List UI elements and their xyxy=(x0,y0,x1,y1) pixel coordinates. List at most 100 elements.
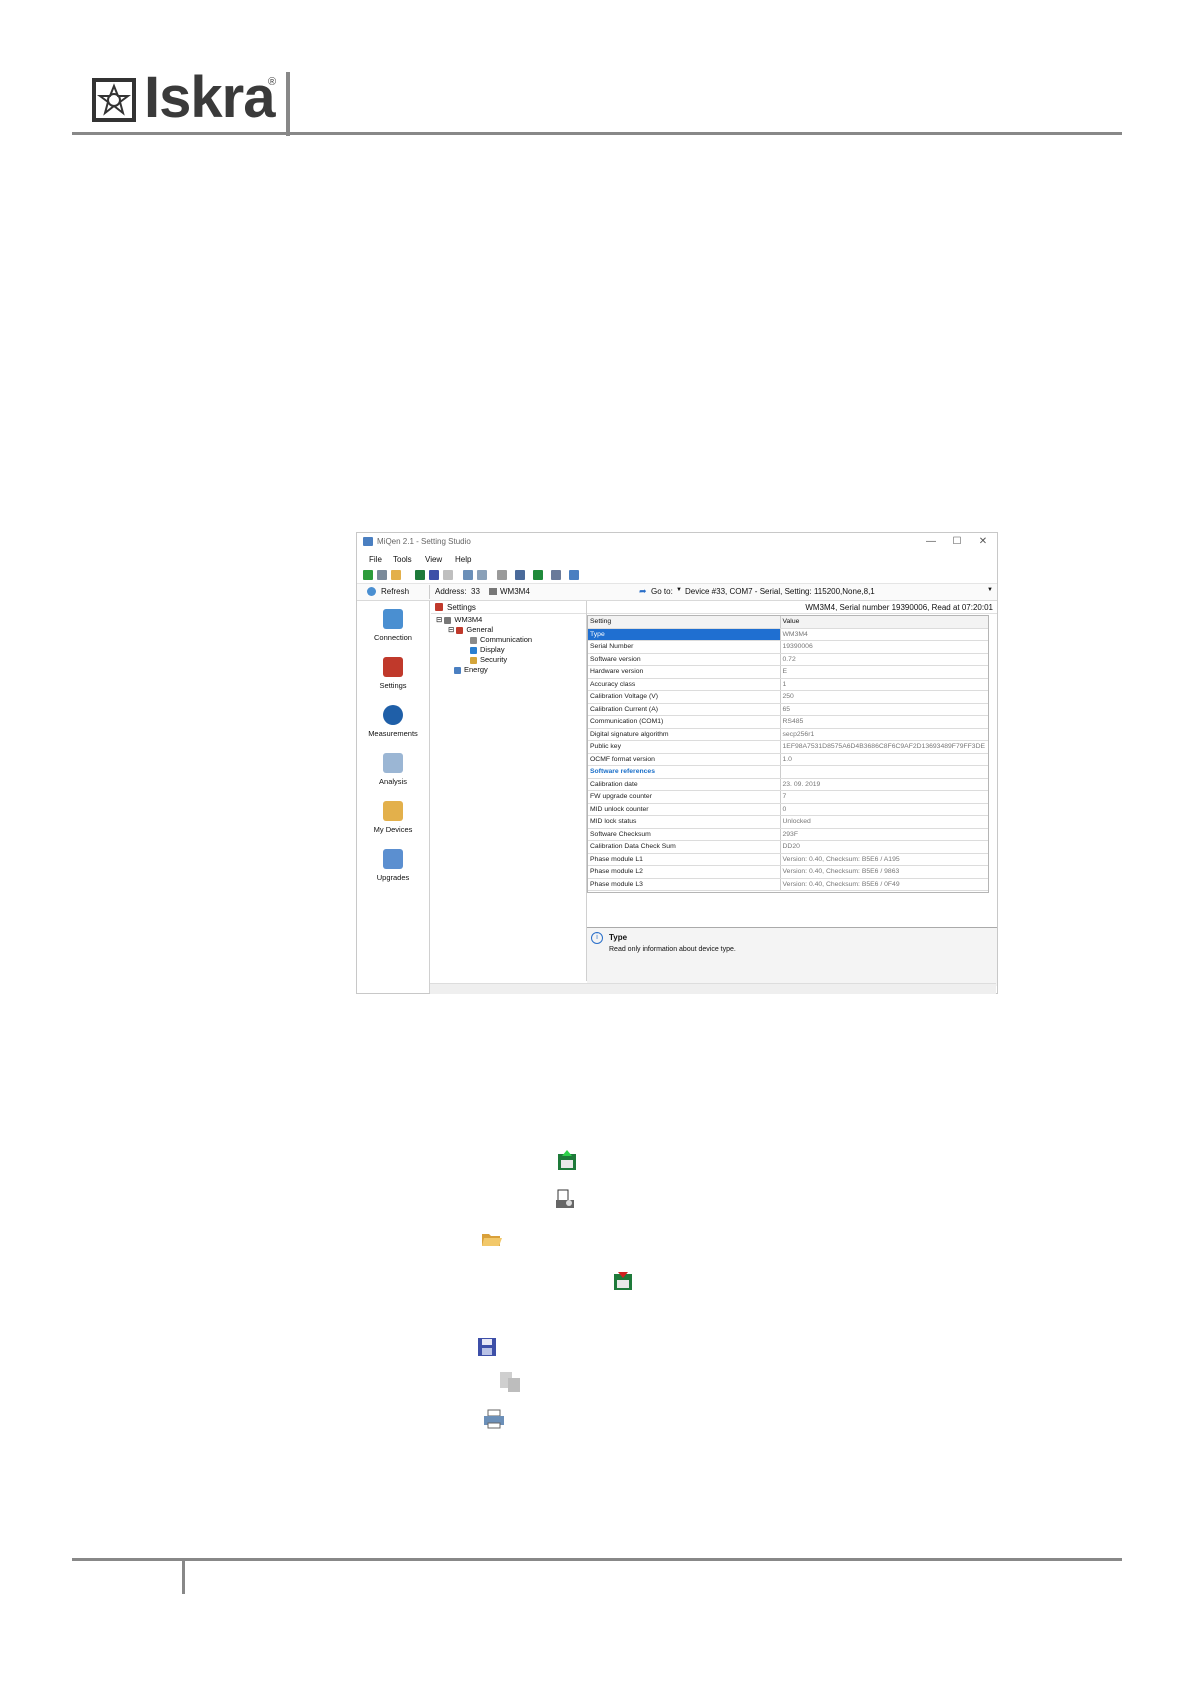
tree-item-label: General xyxy=(466,625,494,634)
table-row[interactable]: FW upgrade counter 7 xyxy=(588,790,988,804)
setting-name: MID lock status xyxy=(588,815,781,829)
tree-item-communication[interactable]: Communication xyxy=(470,635,532,644)
goto-arrow-icon: ➦ xyxy=(639,586,647,596)
setting-value: 65 xyxy=(780,703,988,716)
setting-value: WM3M4 xyxy=(780,628,988,641)
table-row[interactable]: Accuracy class 1 xyxy=(588,678,988,691)
collapse-icon[interactable]: ⊟ xyxy=(436,615,442,624)
iskra-logo-emblem xyxy=(92,78,136,122)
column-header[interactable]: Setting xyxy=(588,616,781,629)
print-preview-icon[interactable] xyxy=(377,570,387,580)
toolbar xyxy=(357,568,997,584)
tree-item-label: WM3M4 xyxy=(454,615,483,624)
table-row[interactable]: Phase module L2 Version: 0.40, Checksum: … xyxy=(588,865,988,879)
open-folder-icon[interactable] xyxy=(391,570,401,580)
print-icon[interactable] xyxy=(463,570,473,580)
tree-item-display[interactable]: Display xyxy=(470,645,505,654)
table-row[interactable]: Calibration Current (A) 65 xyxy=(588,703,988,716)
registered-mark: ® xyxy=(268,76,277,88)
menu-tools[interactable]: Tools xyxy=(393,555,412,564)
tree-item-label: Display xyxy=(480,645,505,654)
table-row[interactable]: Digital signature algorithm secp256r1 xyxy=(588,728,988,741)
close-button[interactable]: ✕ xyxy=(977,536,989,547)
collapse-icon[interactable]: ⊟ xyxy=(448,625,454,634)
write-settings-icon xyxy=(612,1270,634,1292)
connection-icon xyxy=(383,609,403,629)
table-row[interactable]: MID unlock counter 0 xyxy=(588,803,988,816)
table-row[interactable]: Type WM3M4 xyxy=(588,628,988,641)
refresh-button[interactable]: Refresh xyxy=(381,587,409,596)
find-icon[interactable] xyxy=(477,570,487,580)
tree-item-device[interactable]: ⊟ WM3M4 xyxy=(436,615,482,624)
setting-value: 1EF98A7531D8575A6D4B3686C8F6C9AF2D136934… xyxy=(780,740,988,754)
device-select[interactable]: Device #33, COM7 - Serial, Setting: 1152… xyxy=(685,587,981,596)
table-row[interactable]: Phase module L1 Version: 0.40, Checksum: … xyxy=(588,853,988,866)
tree-item-label: Communication xyxy=(480,635,533,644)
tree-item-general[interactable]: ⊟ General xyxy=(448,625,493,634)
table-row[interactable]: Communication (COM1) RS485 xyxy=(588,715,988,729)
column-header[interactable]: Value xyxy=(780,616,988,629)
setting-name: FW upgrade counter xyxy=(588,790,781,804)
table-row[interactable]: Serial Number 19390006 xyxy=(588,640,988,654)
maximize-button[interactable]: ☐ xyxy=(951,536,963,547)
table-row[interactable]: Software Checksum 293F xyxy=(588,828,988,841)
table-row[interactable]: OCMF format version 1.0 xyxy=(588,753,988,766)
sidebar-item-label: My Devices xyxy=(373,825,413,834)
globe-icon[interactable] xyxy=(569,570,579,580)
read-settings-icon[interactable] xyxy=(363,570,373,580)
setting-name: Calibration Voltage (V) xyxy=(588,690,781,704)
refresh-icon xyxy=(367,587,376,596)
report-icon[interactable] xyxy=(497,570,507,580)
menu-view[interactable]: View xyxy=(425,555,442,564)
table-row[interactable]: Phase module L3 Version: 0.40, Checksum: … xyxy=(588,878,988,891)
address-input[interactable]: 33 xyxy=(471,587,480,596)
setting-value: 23. 09. 2019 xyxy=(780,778,988,791)
copy-icon[interactable] xyxy=(443,570,453,580)
setting-value: Unlocked xyxy=(780,815,988,829)
header-rule xyxy=(72,132,1122,135)
save-icon[interactable] xyxy=(429,570,439,580)
setting-name: Calibration Data Check Sum xyxy=(588,840,781,854)
setting-name: Phase module L2 xyxy=(588,865,781,879)
setting-name: Accuracy class xyxy=(588,678,781,691)
write-settings-icon[interactable] xyxy=(415,570,425,580)
communication-node-icon xyxy=(470,636,477,644)
tree-item-security[interactable]: Security xyxy=(470,655,507,664)
device-dropdown-icon[interactable]: ▼ xyxy=(987,587,993,593)
goto-label[interactable]: Go to: xyxy=(651,587,673,596)
table-row[interactable]: Public key 1EF98A7531D8575A6D4B3686C8F6C9… xyxy=(588,740,988,754)
tree-item-label: Security xyxy=(480,655,508,664)
tree-item-energy[interactable]: Energy xyxy=(454,665,488,674)
monitor-icon[interactable] xyxy=(533,570,543,580)
section-row[interactable]: Software references xyxy=(588,765,988,779)
table-row[interactable]: MID lock status Unlocked xyxy=(588,815,988,829)
setting-value: E xyxy=(780,665,988,679)
minimize-button[interactable]: — xyxy=(925,536,937,547)
energy-node-icon xyxy=(454,666,461,674)
setting-value: 1 xyxy=(780,678,988,691)
table-row[interactable]: Software version 0.72 xyxy=(588,653,988,666)
menu-help[interactable]: Help xyxy=(455,555,471,564)
setting-value: Version: 0.40, Checksum: B5E6 / A195 xyxy=(780,853,988,866)
status-bar xyxy=(430,983,996,994)
table-row[interactable]: Calibration date 23. 09. 2019 xyxy=(588,778,988,791)
table-row[interactable]: Calibration Voltage (V) 250 xyxy=(588,690,988,704)
setting-name: Software Checksum xyxy=(588,828,781,841)
setting-name: Calibration Current (A) xyxy=(588,703,781,716)
table-row[interactable]: Calibration Data Check Sum DD20 xyxy=(588,840,988,854)
sidebar-item-label: Connection xyxy=(374,633,412,642)
tools-icon[interactable] xyxy=(551,570,561,580)
info-icon: i xyxy=(591,932,603,944)
menu-file[interactable]: File xyxy=(369,555,382,564)
copy-icon xyxy=(498,1370,520,1392)
tree-item-label: Energy xyxy=(464,665,488,674)
save-icon xyxy=(476,1336,498,1358)
header-divider xyxy=(286,72,290,136)
chevron-down-icon[interactable]: ▼ xyxy=(676,587,682,593)
table-row[interactable]: Hardware version E xyxy=(588,665,988,679)
setting-value xyxy=(780,765,988,779)
app-icon xyxy=(363,537,373,546)
setting-name: Phase module L1 xyxy=(588,853,781,866)
window-title: MiQen 2.1 - Setting Studio xyxy=(377,537,471,546)
tag-icon[interactable] xyxy=(515,570,525,580)
